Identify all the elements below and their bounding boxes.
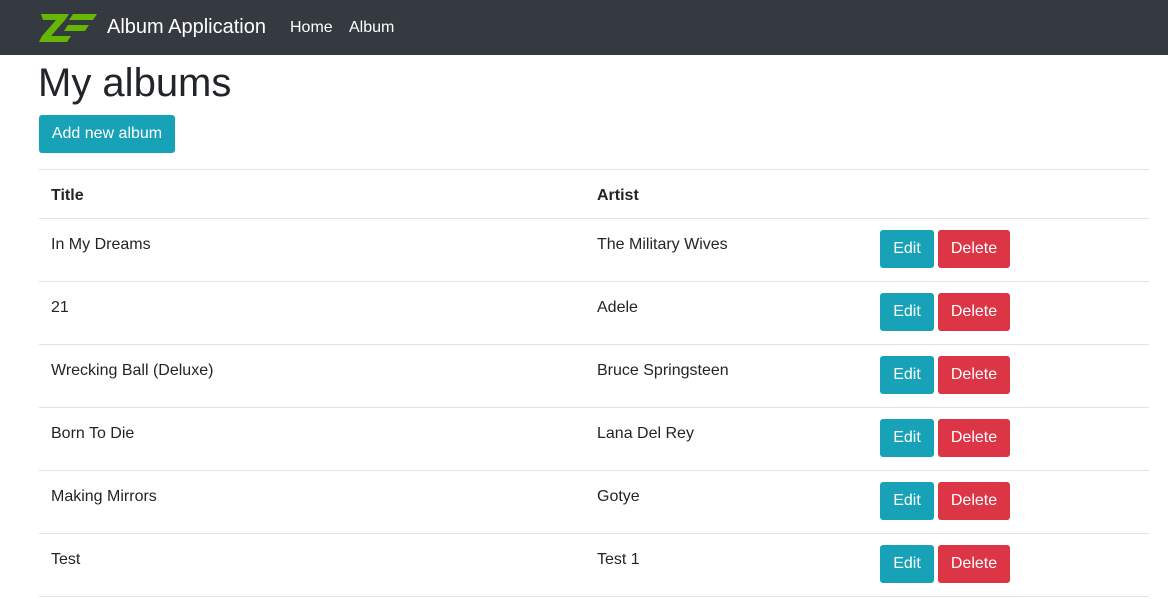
add-album-button[interactable]: Add new album [39, 115, 175, 153]
delete-button[interactable]: Delete [938, 545, 1010, 583]
column-header-artist: Artist [597, 187, 639, 204]
edit-button[interactable]: Edit [880, 482, 934, 520]
zf-logo-icon[interactable] [39, 14, 97, 42]
table-row: 21 Adele Edit Delete [39, 281, 1149, 344]
album-artist-cell: Test 1 [597, 551, 640, 568]
delete-button[interactable]: Delete [938, 230, 1010, 268]
table-row: Wrecking Ball (Deluxe) Bruce Springsteen… [39, 344, 1149, 407]
album-title-cell: In My Dreams [51, 236, 151, 253]
album-artist-cell: The Military Wives [597, 236, 728, 253]
album-artist-cell: Adele [597, 299, 638, 316]
table-row: Making Mirrors Gotye Edit Delete [39, 470, 1149, 533]
table-row: Born To Die Lana Del Rey Edit Delete [39, 407, 1149, 470]
album-title-cell: Wrecking Ball (Deluxe) [51, 362, 214, 379]
table-row: Test Test 1 Edit Delete [39, 533, 1149, 596]
album-title-cell: Making Mirrors [51, 488, 157, 505]
navbar: Album Application Home Album [0, 0, 1168, 55]
edit-button[interactable]: Edit [880, 230, 934, 268]
brand-name[interactable]: Album Application [107, 15, 266, 39]
album-artist-cell: Bruce Springsteen [597, 362, 729, 379]
table-divider [39, 596, 1149, 597]
album-title-cell: Test [51, 551, 81, 568]
nav-album-link[interactable]: Album [349, 18, 394, 37]
delete-button[interactable]: Delete [938, 482, 1010, 520]
table-row: In My Dreams The Military Wives Edit Del… [39, 218, 1149, 281]
column-header-title: Title [51, 187, 84, 204]
album-artist-cell: Lana Del Rey [597, 425, 694, 442]
edit-button[interactable]: Edit [880, 293, 934, 331]
edit-button[interactable]: Edit [880, 419, 934, 457]
album-artist-cell: Gotye [597, 488, 640, 505]
edit-button[interactable]: Edit [880, 356, 934, 394]
delete-button[interactable]: Delete [938, 293, 1010, 331]
page-title: My albums [38, 61, 232, 105]
delete-button[interactable]: Delete [938, 419, 1010, 457]
album-title-cell: 21 [51, 299, 69, 316]
delete-button[interactable]: Delete [938, 356, 1010, 394]
table-divider [39, 169, 1149, 170]
edit-button[interactable]: Edit [880, 545, 934, 583]
album-title-cell: Born To Die [51, 425, 135, 442]
nav-home-link[interactable]: Home [290, 18, 333, 37]
